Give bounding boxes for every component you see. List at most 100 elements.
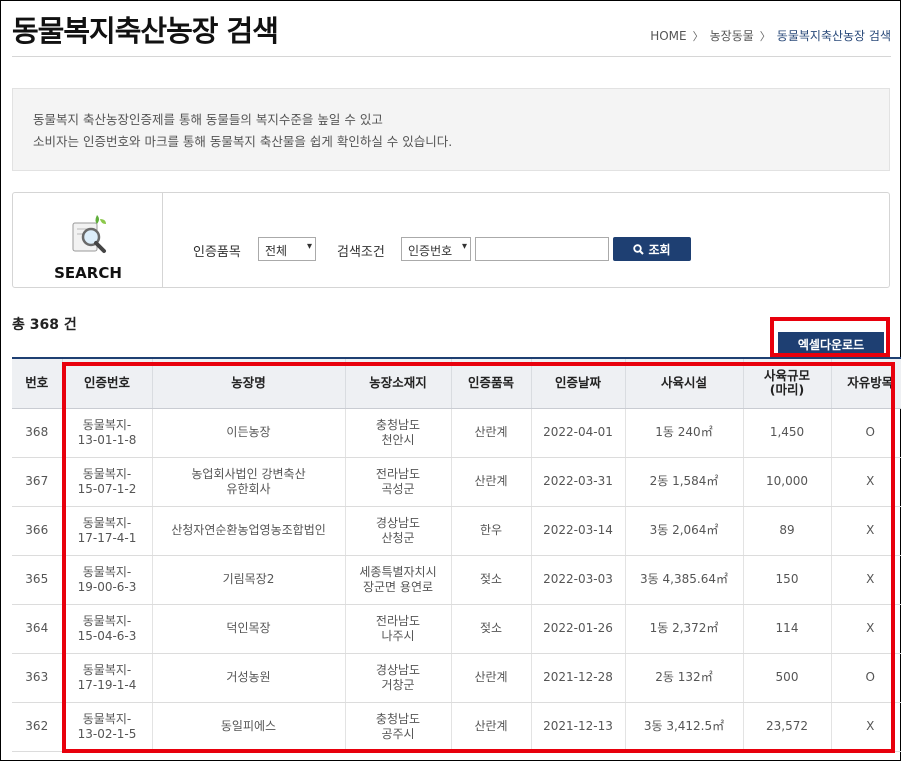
cell-col-farm-name[interactable]: 산청자연순환농업영농조합법인 (151, 506, 345, 556)
cell-col-scale: 150 (742, 555, 831, 605)
cell-col-cert-number: 동물복지- 19-00-6-3 (61, 555, 152, 605)
table-row[interactable]: 364 동물복지- 15-04-6-3 덕인목장 전라남도 나주시 젖소 2022-01-26… (12, 604, 901, 654)
search-icon (633, 243, 645, 255)
cell-col-facility: 2동 1,584㎡ (624, 457, 743, 507)
table-header-row: 번호 인증번호 농장명 농장소재지 인증품목 인증날짜 사육시설 사육규모 (마리) 자유방목 (12, 358, 901, 409)
cell-col-facility: 1동 240㎡ (624, 408, 743, 458)
header-col-free-range: 자유방목 (830, 358, 901, 409)
cell-col-cert-date: 2022-03-03 (530, 555, 625, 605)
condition-select-value: 인증번호 (408, 244, 453, 258)
cell-col-scale: 114 (742, 604, 831, 654)
cell-col-farm-name[interactable]: 덕인목장 (151, 604, 345, 654)
cell-col-facility: 3동 2,064㎡ (624, 506, 743, 556)
table-row[interactable]: 368 동물복지- 13-01-1-8 이든농장 충청남도 천안시 산란계 2022-04-0… (12, 408, 901, 458)
condition-select[interactable]: 인증번호 ▾ (401, 237, 471, 261)
cell-col-cert-date: 2021-12-13 (530, 702, 625, 752)
cell-col-scale: 23,572 (742, 702, 831, 752)
header-col-cert-item: 인증품목 (450, 358, 531, 409)
farm-table: 번호 인증번호 농장명 농장소재지 인증품목 인증날짜 사육시설 사육규모 (마리) 자유방목 3… (12, 357, 901, 752)
cell-col-farm-name[interactable]: 거성농원 (151, 653, 345, 703)
table-header: 번호 인증번호 농장명 농장소재지 인증품목 인증날짜 사육시설 사육규모 (마리) 자유방목 (12, 358, 901, 409)
cell-col-number: 364 (12, 604, 62, 654)
cell-col-cert-date: 2022-04-01 (530, 408, 625, 458)
item-field-label: 인증품목 (193, 245, 241, 260)
search-panel: SEARCH 인증품목 전체 ▾ 검색조건 인증번호 ▾ 조회 (12, 192, 890, 288)
breadcrumb-current: 동물복지축산농장 검색 (776, 29, 891, 43)
table-row[interactable]: 363 동물복지- 17-19-1-4 거성농원 경상남도 거창군 산란계 2021-12-2… (12, 653, 901, 703)
cell-col-farm-location: 경상남도 산청군 (344, 506, 451, 556)
cell-col-cert-date: 2022-01-26 (530, 604, 625, 654)
header-col-scale: 사육규모 (마리) (742, 358, 831, 409)
cell-col-scale: 500 (742, 653, 831, 703)
cell-col-number: 367 (12, 457, 62, 507)
excel-highlight-box (770, 317, 890, 357)
cell-col-farm-name[interactable]: 이든농장 (151, 408, 345, 458)
cell-col-cert-item: 젖소 (450, 604, 531, 654)
header-col-facility: 사육시설 (624, 358, 743, 409)
info-line-2: 소비자는 인증번호와 마크를 통해 동물복지 축산물을 쉽게 확인하실 수 있습… (33, 134, 453, 149)
cell-col-cert-date: 2022-03-14 (530, 506, 625, 556)
cell-col-cert-item: 한우 (450, 506, 531, 556)
table-row[interactable]: 367 동물복지- 15-07-1-2 농업회사법인 강변축산 유한회사 전라남도 곡성군 산… (12, 457, 901, 507)
cell-col-cert-date: 2021-12-28 (530, 653, 625, 703)
table-row[interactable]: 366 동물복지- 17-17-4-1 산청자연순환농업영농조합법인 경상남도 산청군 한우… (12, 506, 901, 556)
cell-col-cert-number: 동물복지- 15-07-1-2 (61, 457, 152, 507)
header-col-cert-date: 인증날짜 (530, 358, 625, 409)
cell-col-farm-location: 경상남도 거창군 (344, 653, 451, 703)
search-button-label: 조회 (648, 242, 671, 257)
cell-col-farm-location: 충청남도 천안시 (344, 408, 451, 458)
cell-col-cert-number: 동물복지- 17-19-1-4 (61, 653, 152, 703)
total-suffix: 건 (59, 317, 77, 333)
table-row[interactable]: 365 동물복지- 19-00-6-3 기림목장2 세종특별자치시 장군면 용연로 젖소 20… (12, 555, 901, 605)
cell-col-farm-location: 전라남도 나주시 (344, 604, 451, 654)
cell-col-free-range: X (830, 457, 901, 507)
cell-col-cert-item: 산란계 (450, 653, 531, 703)
cell-col-cert-item: 산란계 (450, 408, 531, 458)
table-body: 368 동물복지- 13-01-1-8 이든농장 충청남도 천안시 산란계 2022-04-0… (12, 408, 901, 752)
chevron-down-icon: ▾ (306, 241, 312, 252)
total-prefix: 총 (12, 317, 30, 333)
condition-field-label: 검색조건 (337, 245, 385, 260)
cell-col-cert-date: 2022-03-31 (530, 457, 625, 507)
cell-col-farm-name[interactable]: 농업회사법인 강변축산 유한회사 (151, 457, 345, 507)
cell-col-number: 368 (12, 408, 62, 458)
breadcrumb: HOME 〉 농장동물 〉 동물복지축산농장 검색 (650, 27, 891, 44)
breadcrumb-separator-icon: 〉 (759, 29, 771, 43)
search-button[interactable]: 조회 (613, 237, 691, 261)
cell-col-farm-location: 전라남도 곡성군 (344, 457, 451, 507)
breadcrumb-home[interactable]: HOME (650, 29, 686, 43)
cell-col-free-range: X (830, 604, 901, 654)
page-title: 동물복지축산농장 검색 (12, 14, 279, 48)
cell-col-number: 366 (12, 506, 62, 556)
header-col-farm-name: 농장명 (151, 358, 345, 409)
breadcrumb-level1[interactable]: 농장동물 (710, 27, 754, 44)
cell-col-free-range: X (830, 506, 901, 556)
info-line-1: 동물복지 축산농장인증제를 통해 동물들의 복지수준을 높일 수 있고 (33, 112, 383, 127)
title-divider (12, 56, 891, 57)
item-select[interactable]: 전체 ▾ (258, 237, 316, 261)
cell-col-cert-item: 산란계 (450, 702, 531, 752)
cell-col-number: 365 (12, 555, 62, 605)
cell-col-farm-name[interactable]: 기림목장2 (151, 555, 345, 605)
cell-col-free-range: O (830, 653, 901, 703)
cell-col-free-range: X (830, 555, 901, 605)
cell-col-scale: 89 (742, 506, 831, 556)
cell-col-scale: 10,000 (742, 457, 831, 507)
keyword-input[interactable] (475, 237, 609, 261)
cell-col-farm-location: 세종특별자치시 장군면 용연로 (344, 555, 451, 605)
chevron-down-icon: ▾ (461, 241, 467, 252)
item-select-value: 전체 (265, 244, 288, 258)
table-row[interactable]: 362 동물복지- 13-02-1-5 동일피에스 충청남도 공주시 산란계 2021-12-… (12, 702, 901, 752)
cell-col-cert-item: 산란계 (450, 457, 531, 507)
cell-col-facility: 2동 132㎡ (624, 653, 743, 703)
search-panel-left: SEARCH (13, 193, 163, 287)
breadcrumb-separator-icon: 〉 (692, 29, 704, 43)
cell-col-cert-number: 동물복지- 17-17-4-1 (61, 506, 152, 556)
cell-col-cert-number: 동물복지- 15-04-6-3 (61, 604, 152, 654)
cell-col-free-range: X (830, 702, 901, 752)
cell-col-cert-item: 젖소 (450, 555, 531, 605)
cell-col-farm-name[interactable]: 동일피에스 (151, 702, 345, 752)
total-number: 368 (29, 317, 59, 333)
cell-col-number: 362 (12, 702, 62, 752)
header-col-farm-location: 농장소재지 (344, 358, 451, 409)
